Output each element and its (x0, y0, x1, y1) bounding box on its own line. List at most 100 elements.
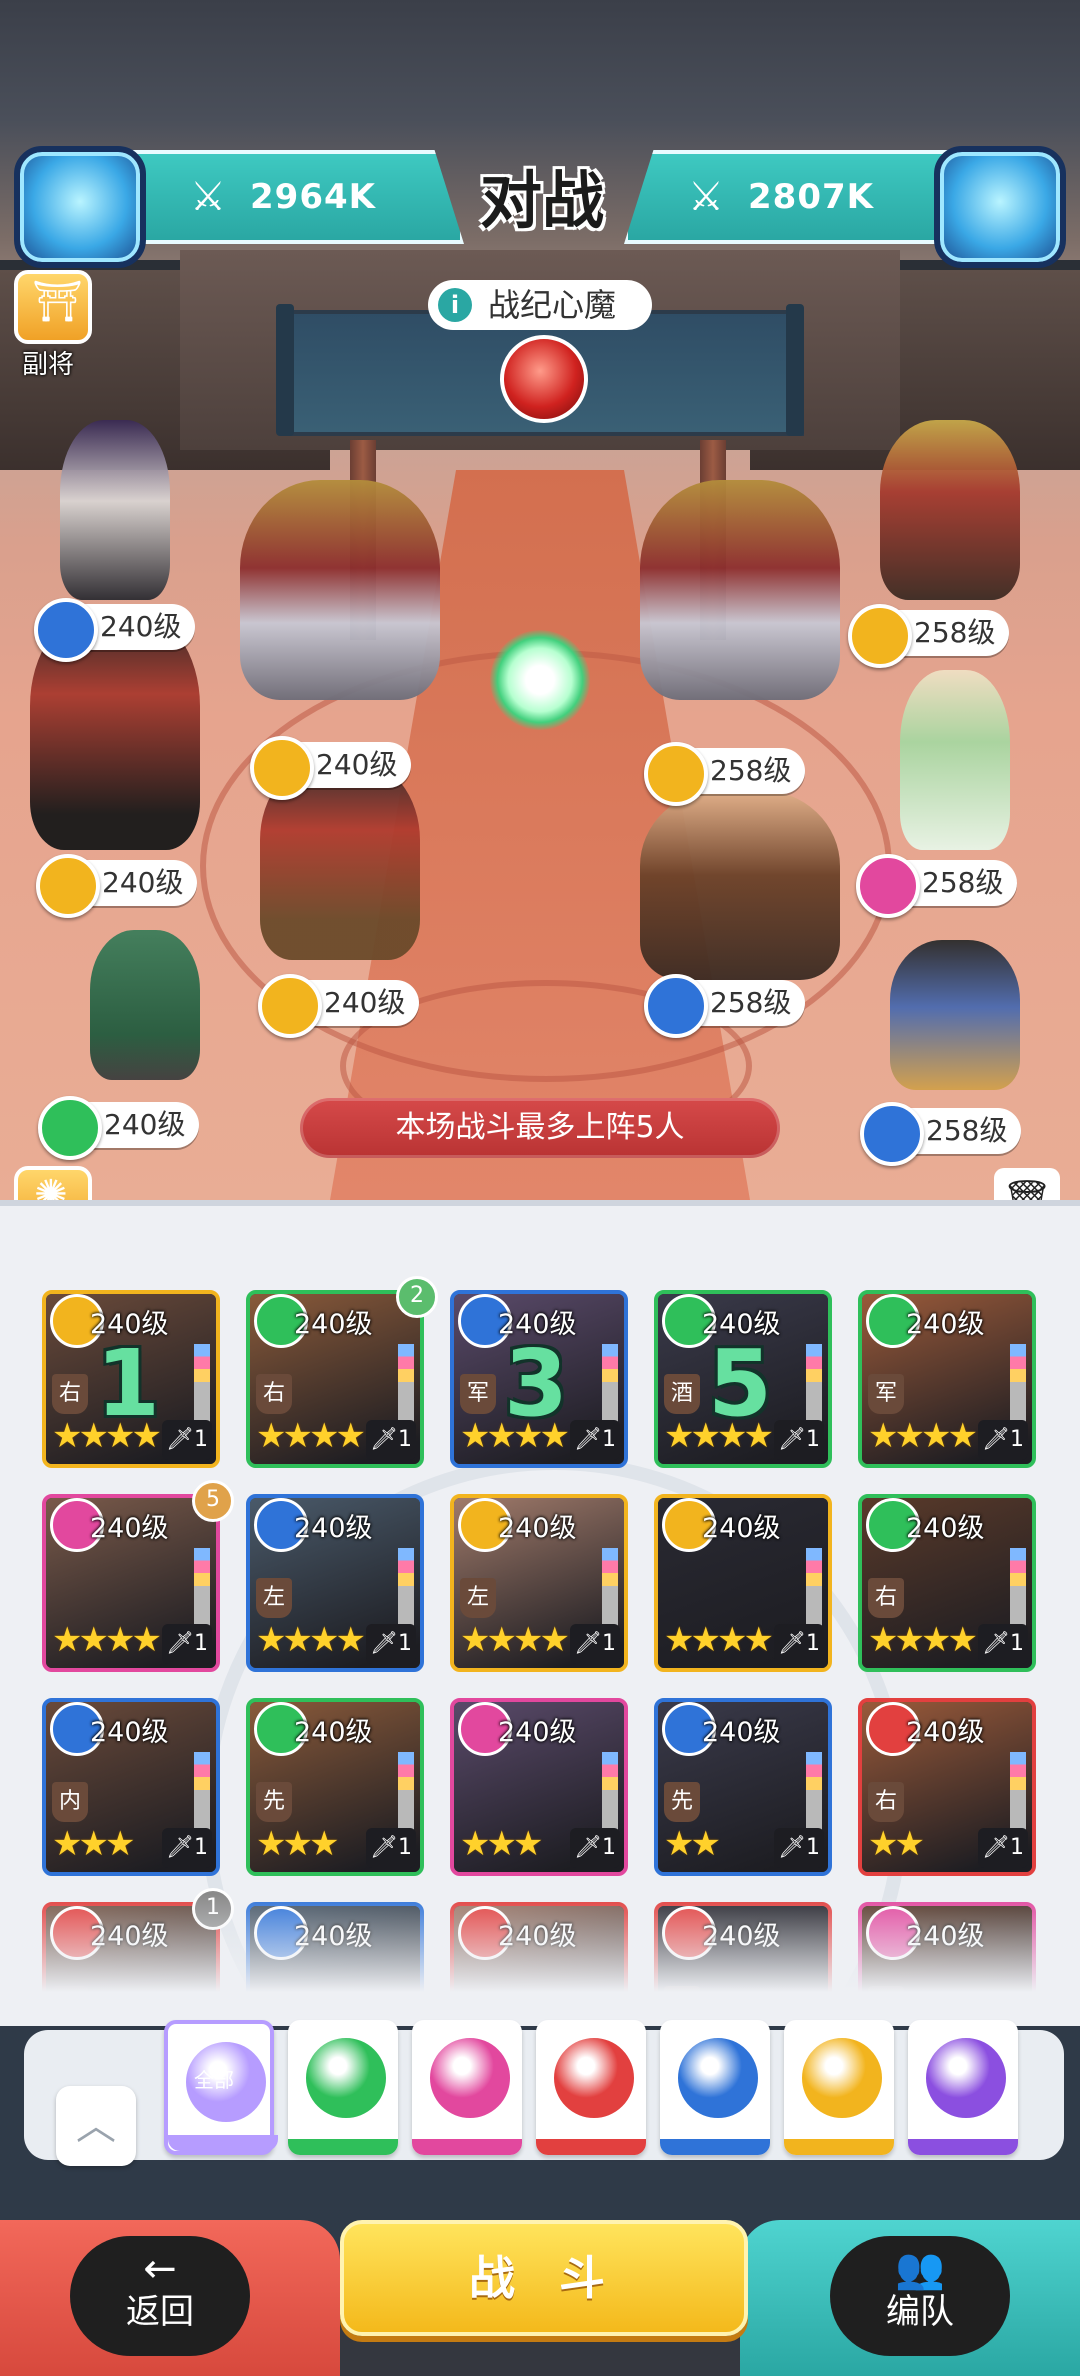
hero-role: 左 (460, 1578, 496, 1618)
hero-level: 240级 (294, 1309, 373, 1340)
hero-card[interactable]: 240级内 ★★★ 🗡1 (42, 1698, 220, 1876)
sword-icon: 🗡 (778, 1835, 806, 1860)
hero-card[interactable]: 240级右 ★★ 🗡1 (858, 1698, 1036, 1876)
cycle-icon: ✺ (34, 1172, 68, 1200)
hero-card[interactable]: 240级先 ★★ 🗡1 (654, 1698, 832, 1876)
filter-wood-button[interactable] (288, 2020, 398, 2155)
trash-icon[interactable]: 🗑 (994, 1168, 1060, 1200)
level-text: 240级 (324, 986, 406, 1019)
hero-card[interactable]: 240级左 ★★★★ 🗡1 (246, 1494, 424, 1672)
hero-stars: ★★★★ (256, 1416, 366, 1456)
left-power-value: 2964K (250, 177, 376, 217)
swords-icon: ⚔ (190, 174, 226, 220)
hero-card[interactable]: 240级右 1 ★★★★ 🗡1 (42, 1290, 220, 1468)
sword-count: 🗡1 (366, 1624, 416, 1664)
sword-count-value: 1 (805, 1631, 820, 1656)
hero-figure[interactable] (60, 420, 170, 600)
level-text: 258级 (710, 986, 792, 1019)
back-label: 返回 (126, 2292, 194, 2332)
hero-role: 右 (868, 1782, 904, 1822)
hero-level: 240级 (498, 1717, 577, 1748)
filter-water-button[interactable] (660, 2020, 770, 2155)
hero-stars: ★★★★ (52, 1620, 162, 1660)
hero-role: 右 (868, 1578, 904, 1618)
portal-orb (490, 630, 590, 730)
filter-moon-button[interactable] (908, 2020, 1018, 2155)
filter-buttons: 全部 (164, 2020, 1044, 2170)
filter-fire-button[interactable] (536, 2020, 646, 2155)
demon-gem-icon[interactable] (500, 335, 588, 423)
deputy-button[interactable]: ⛩ (14, 270, 92, 344)
hero-level: 240级 (90, 1513, 169, 1544)
hero-card[interactable]: 240级 ★★★ 🗡1 (450, 1698, 628, 1876)
level-text: 258级 (922, 866, 1004, 899)
hero-figure[interactable] (640, 790, 840, 980)
hero-figure[interactable] (90, 930, 200, 1080)
hero-figure[interactable] (890, 940, 1020, 1090)
sword-count: 🗡1 (774, 1828, 824, 1868)
hero-figure[interactable] (640, 480, 840, 700)
filter-stripe (168, 2135, 278, 2151)
sword-count-value: 1 (193, 1631, 208, 1656)
hero-role: 酒 (664, 1374, 700, 1414)
filter-sun-button[interactable] (784, 2020, 894, 2155)
sword-count: 🗡1 (570, 1420, 620, 1460)
sword-icon: 🗡 (982, 1427, 1010, 1452)
level-text: 240级 (102, 866, 184, 899)
hero-card[interactable]: 240级右 ★★★★ 🗡1 (858, 1494, 1036, 1672)
sword-count-value: 1 (397, 1427, 412, 1452)
counter-button[interactable]: ✺ (14, 1166, 92, 1200)
hero-card[interactable]: 240级先 ★★★ 🗡1 (246, 1698, 424, 1876)
hero-grid: 240级右 1 ★★★★ 🗡1 240级右 ★★★★ 🗡1 2 240级军 3 ★★★★ 🗡1 240级… (0, 1276, 1080, 2026)
hero-card[interactable]: 240级 ★★★★ 🗡1 (42, 1494, 220, 1672)
event-tag[interactable]: i 战纪心魔 (428, 280, 652, 330)
hero-stars: ★★★★ (868, 1620, 978, 1660)
moon-element-icon (922, 2034, 1010, 2122)
hero-stars: ★★★★ (664, 1416, 774, 1456)
hero-figure[interactable] (900, 670, 1010, 850)
deputy-label: 副将 (22, 350, 75, 380)
hero-card[interactable]: 240级 ★★★★ 🗡1 (654, 1494, 832, 1672)
hero-card[interactable]: 240级酒 5 ★★★★ 🗡1 (654, 1290, 832, 1468)
filter-stripe (908, 2139, 1018, 2155)
hero-card[interactable]: 240级军 ★★★★ 🗡1 (858, 1290, 1036, 1468)
filter-all-button[interactable]: 全部 (164, 2020, 278, 2155)
heart-element-icon (856, 854, 920, 918)
scroll-rod (276, 304, 294, 436)
hero-card[interactable]: 240级军 3 ★★★★ 🗡1 (450, 1290, 628, 1468)
sword-icon: 🗡 (574, 1427, 602, 1452)
level-text: 258级 (710, 754, 792, 787)
hero-level: 240级 (702, 1513, 781, 1544)
hero-level: 240级 (906, 1717, 985, 1748)
sword-count: 🗡1 (162, 1828, 212, 1868)
hero-level: 240级 (90, 1717, 169, 1748)
sword-count: 🗡1 (978, 1828, 1028, 1868)
hero-role: 军 (868, 1374, 904, 1414)
level-text: 240级 (100, 610, 182, 643)
sun-element-icon (36, 854, 100, 918)
hero-stars: ★★★ (460, 1824, 543, 1864)
hero-figure[interactable] (880, 420, 1020, 600)
hero-card[interactable]: 240级左 ★★★★ 🗡1 (450, 1494, 628, 1672)
heart-element-icon (426, 2034, 514, 2122)
team-button[interactable]: 👥 编队 (830, 2236, 1010, 2356)
hero-stars: ★★★★ (256, 1620, 366, 1660)
sword-count-value: 1 (805, 1835, 820, 1860)
hero-card[interactable]: 240级右 ★★★★ 🗡1 (246, 1290, 424, 1468)
hero-role: 内 (52, 1782, 88, 1822)
sword-count: 🗡1 (366, 1828, 416, 1868)
sword-icon: 🗡 (166, 1631, 194, 1656)
sword-count-value: 1 (1009, 1835, 1024, 1860)
chevron-up-icon[interactable]: ︿ (56, 2086, 136, 2166)
hero-stars: ★★★ (52, 1824, 135, 1864)
hero-role: 左 (256, 1578, 292, 1618)
filter-heart-button[interactable] (412, 2020, 522, 2155)
hero-figure[interactable] (240, 480, 440, 700)
sword-count: 🗡1 (978, 1420, 1028, 1460)
back-button[interactable]: ← 返回 (70, 2236, 250, 2356)
fight-button[interactable]: 战 斗 (340, 2220, 748, 2336)
wood-element-icon (302, 2034, 390, 2122)
sword-icon: 🗡 (166, 1427, 194, 1452)
sword-icon: 🗡 (982, 1631, 1010, 1656)
hero-level: 240级 (294, 1717, 373, 1748)
